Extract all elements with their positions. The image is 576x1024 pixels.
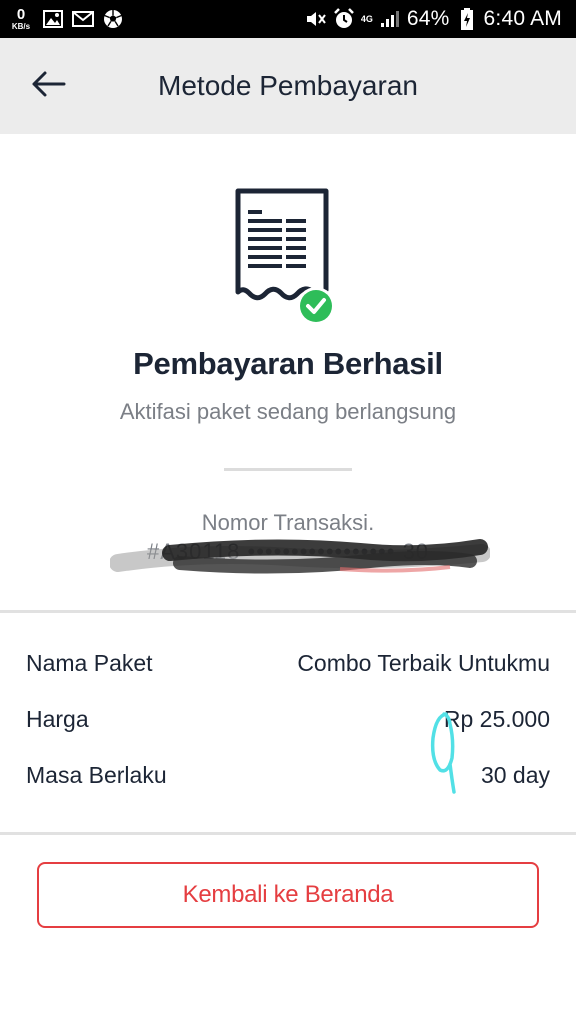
status-bar-right: 4G 64% 6:40 AM [305,0,562,38]
battery-charging-icon [456,8,478,30]
network-type: 4G [360,13,373,24]
detail-label: Masa Berlaku [26,761,167,788]
signal-icon [379,8,401,30]
alarm-icon [333,8,355,30]
detail-row-validity: Masa Berlaku 30 day [26,758,550,792]
detail-label: Nama Paket [26,649,153,676]
detail-value: 30 day [480,761,550,788]
success-subtitle: Aktifasi paket sedang berlangsung [119,399,457,424]
clock: 6:40 AM [483,7,562,30]
status-bar: 0 KB/s 4G 64% 6:40 AM [0,0,576,38]
mail-icon [72,8,94,30]
detail-row-price: Harga Rp 25.000 [26,702,550,736]
short-divider [224,468,352,471]
detail-row-package: Nama Paket Combo Terbaik Untukmu [26,646,550,680]
receipt-icon [235,188,329,301]
battery-percent: 64% [406,7,450,30]
network-speed: 0 KB/s [8,7,34,31]
gallery-icon [42,8,64,30]
cyan-annotation-scribble [424,708,464,798]
back-to-home-button[interactable]: Kembali ke Beranda [37,862,539,928]
app-bar: Metode Pembayaran [0,38,576,134]
mute-icon [305,8,327,30]
redaction-scribble [109,533,491,579]
page-title: Metode Pembayaran [158,70,418,101]
check-circle-icon [297,287,335,325]
detail-value: Combo Terbaik Untukmu [297,649,550,676]
soccer-ball-icon [102,8,124,30]
success-title: Pembayaran Berhasil [133,346,443,381]
network-speed-value: 0 [16,6,26,23]
section-divider-bottom [0,832,576,835]
receipt-success-illustration [231,186,339,326]
detail-label: Harga [26,705,89,732]
network-speed-unit: KB/s [11,22,31,31]
section-divider-top [0,610,576,613]
status-bar-left: 0 KB/s [8,0,124,38]
